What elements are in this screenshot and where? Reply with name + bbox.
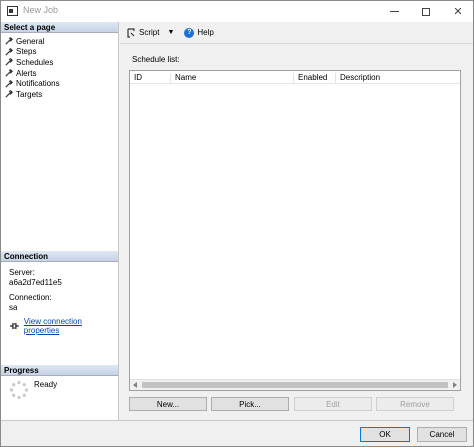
close-icon: ✕	[453, 6, 463, 18]
nav-item-targets[interactable]: Targets	[5, 89, 60, 100]
nav-item-label: Alerts	[16, 68, 37, 78]
schedule-list-header: ID Name Enabled Description	[130, 71, 460, 84]
nav-item-label: Schedules	[16, 57, 54, 67]
maximize-button[interactable]	[411, 1, 441, 22]
schedule-list[interactable]: ID Name Enabled Description	[129, 70, 461, 391]
scroll-thumb[interactable]	[142, 382, 448, 388]
script-icon	[127, 27, 135, 38]
nav-item-notifications[interactable]: Notifications	[5, 78, 60, 89]
app-window-icon	[7, 6, 18, 16]
dialog-footer: OK Cancel	[1, 420, 473, 446]
nav-item-label: Steps	[16, 47, 37, 57]
toolbar: Script ▼ ? Help	[120, 22, 473, 44]
progress-header: Progress	[1, 365, 118, 376]
nav-item-steps[interactable]: Steps	[5, 47, 60, 58]
new-schedule-button[interactable]: New...	[129, 397, 207, 411]
scroll-left-icon[interactable]	[133, 382, 137, 388]
nav-item-label: Targets	[16, 89, 43, 99]
script-button[interactable]: Script	[126, 27, 160, 38]
server-value: a6a2d7ed11e5	[9, 278, 62, 287]
script-label: Script	[139, 28, 160, 37]
help-icon: ?	[184, 27, 195, 38]
wrench-icon	[5, 48, 13, 56]
connection-label: Connection:	[9, 293, 52, 302]
main-pane: Script ▼ ? Help Schedule list: ID Name E…	[120, 22, 473, 420]
cancel-button[interactable]: Cancel	[417, 427, 467, 442]
scroll-right-icon[interactable]	[453, 382, 457, 388]
connection-properties-icon	[9, 323, 19, 329]
remove-schedule-button[interactable]: Remove	[376, 397, 454, 411]
column-header-name[interactable]: Name	[171, 73, 294, 83]
window-title: New Job	[23, 5, 59, 15]
edit-schedule-button[interactable]: Edit	[294, 397, 372, 411]
wrench-icon	[5, 79, 13, 88]
minimize-button[interactable]	[379, 1, 409, 22]
schedule-list-label: Schedule list:	[132, 55, 180, 64]
script-dropdown-icon[interactable]: ▼	[167, 29, 174, 36]
progress-spinner-icon	[9, 380, 29, 400]
nav-item-label: General	[16, 36, 45, 46]
connection-header: Connection	[1, 251, 118, 262]
view-connection-properties-link[interactable]: View connection properties	[9, 317, 118, 335]
maximize-icon	[422, 7, 430, 16]
wrench-icon	[5, 90, 13, 98]
pick-schedule-button[interactable]: Pick...	[211, 397, 289, 411]
column-header-enabled[interactable]: Enabled	[294, 73, 336, 83]
wrench-icon	[5, 69, 13, 77]
nav-item-schedules[interactable]: Schedules	[5, 57, 60, 68]
wrench-icon	[5, 58, 13, 67]
page-nav: General Steps Schedules Alerts Notificat…	[5, 36, 60, 100]
select-page-header: Select a page	[1, 22, 118, 33]
help-button[interactable]: ? Help	[184, 27, 214, 38]
horizontal-scrollbar[interactable]	[130, 379, 460, 390]
minimize-icon	[389, 11, 399, 12]
title-bar: New Job ✕	[1, 1, 473, 22]
left-pane: Select a page General Steps Schedules Al…	[1, 22, 119, 420]
connection-value: sa	[9, 303, 18, 312]
wrench-icon	[5, 37, 13, 45]
view-connection-properties-label: View connection properties	[23, 317, 82, 335]
help-label: Help	[197, 28, 214, 37]
column-header-description[interactable]: Description	[336, 73, 460, 83]
new-job-dialog: New Job ✕ Select a page General Steps Sc…	[0, 0, 474, 447]
server-label: Server:	[9, 268, 35, 277]
progress-status: Ready	[9, 380, 57, 400]
progress-status-text: Ready	[34, 380, 58, 389]
nav-item-label: Notifications	[16, 79, 60, 89]
ok-button[interactable]: OK	[360, 427, 410, 442]
close-button[interactable]: ✕	[443, 1, 473, 22]
nav-item-general[interactable]: General	[5, 36, 60, 47]
column-header-id[interactable]: ID	[130, 73, 171, 83]
nav-item-alerts[interactable]: Alerts	[5, 68, 60, 79]
